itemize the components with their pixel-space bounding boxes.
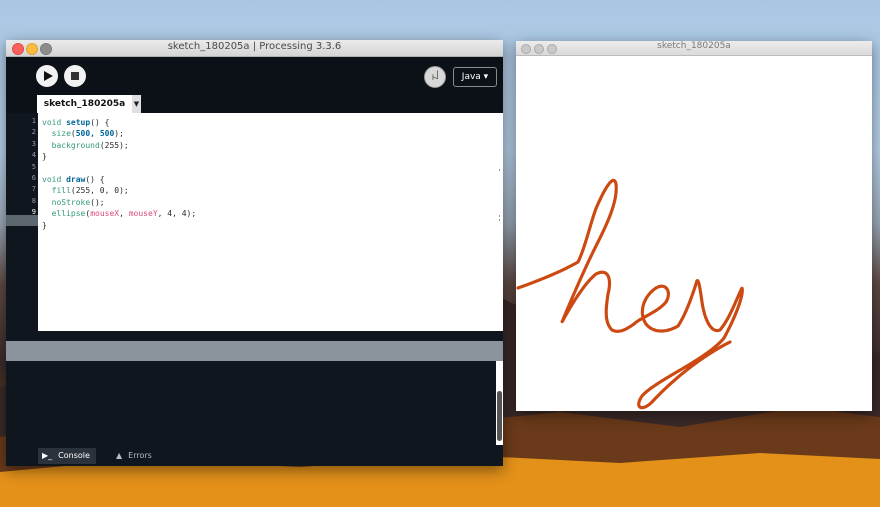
line-number: 8 [31, 196, 36, 205]
mode-label: Java [461, 72, 481, 82]
line-number: 1 [31, 117, 36, 125]
tab-row: sketch_180205a ▼ [6, 95, 503, 114]
drawing-stroke-e [632, 284, 680, 333]
debugger-icon[interactable]: ꈤ [424, 66, 446, 88]
editor-scrollbar[interactable] [496, 113, 503, 331]
footer-tabs: ▶_ Console ▲ Errors [6, 445, 503, 466]
ide-window: sketch_180205a | Processing 3.3.6 ꈤ Java… [6, 40, 503, 466]
line-number: 7 [31, 185, 36, 194]
sketch-titlebar[interactable]: sketch_180205a [516, 41, 872, 56]
console-scrollbar[interactable] [496, 361, 503, 445]
code-line: noStroke(); [51, 197, 105, 207]
sketch-window: sketch_180205a hey [516, 41, 872, 411]
line-number: 3 [31, 139, 36, 148]
code-line: ellipse(mouseX, mouseY, 4, 4); [51, 209, 197, 219]
window-title: sketch_180205a | Processing 3.3.6 [167, 41, 342, 52]
play-icon[interactable] [36, 65, 58, 87]
line-number: 9 [31, 208, 36, 217]
code-line: } [42, 152, 47, 162]
console-tab-label: Console [58, 451, 90, 460]
warning-icon: ▲ [116, 451, 123, 460]
line-number: 4 [31, 151, 36, 160]
drawing-stroke-h [516, 178, 636, 333]
line-gutter: 1 2 3 4 5 6 7 8 9 [6, 113, 38, 331]
console-divider[interactable] [6, 341, 503, 361]
line-number: 6 [31, 174, 36, 182]
tab-sketch[interactable]: sketch_180205a [37, 95, 132, 114]
sketch-window-title: sketch_180205a [657, 41, 731, 51]
console-area[interactable] [6, 361, 496, 445]
scrollbar-thumb[interactable] [497, 391, 502, 441]
code-line: void draw() { [42, 175, 105, 184]
line-number: 2 [31, 128, 36, 137]
toolbar: ꈤ Java ▾ [6, 57, 503, 95]
code-editor[interactable]: 1 2 3 4 5 6 7 8 9 void setup() { size(500, 500);… [6, 113, 496, 331]
console-icon: ▶_ [42, 451, 53, 460]
current-line-highlight [6, 215, 38, 226]
code-line: background(255); [51, 140, 129, 150]
code-line: } [42, 220, 47, 230]
errors-tab-label: Errors [128, 451, 152, 460]
drawing-stroke-y [637, 279, 744, 410]
tab-console[interactable]: ▶_ Console [38, 448, 96, 464]
tab-errors[interactable]: ▲ Errors [112, 448, 158, 464]
code-line: fill(255, 0, 0); [51, 186, 129, 196]
code-line: size(500, 500); [51, 129, 124, 139]
mode-selector[interactable]: Java ▾ [453, 67, 497, 87]
line-number: 5 [31, 162, 36, 171]
ide-titlebar[interactable]: sketch_180205a | Processing 3.3.6 [6, 40, 503, 57]
stop-icon[interactable] [64, 65, 86, 87]
sketch-canvas[interactable]: hey [516, 56, 872, 411]
tab-menu-icon[interactable]: ▼ [132, 95, 141, 114]
code-line: void setup() { [42, 118, 110, 127]
